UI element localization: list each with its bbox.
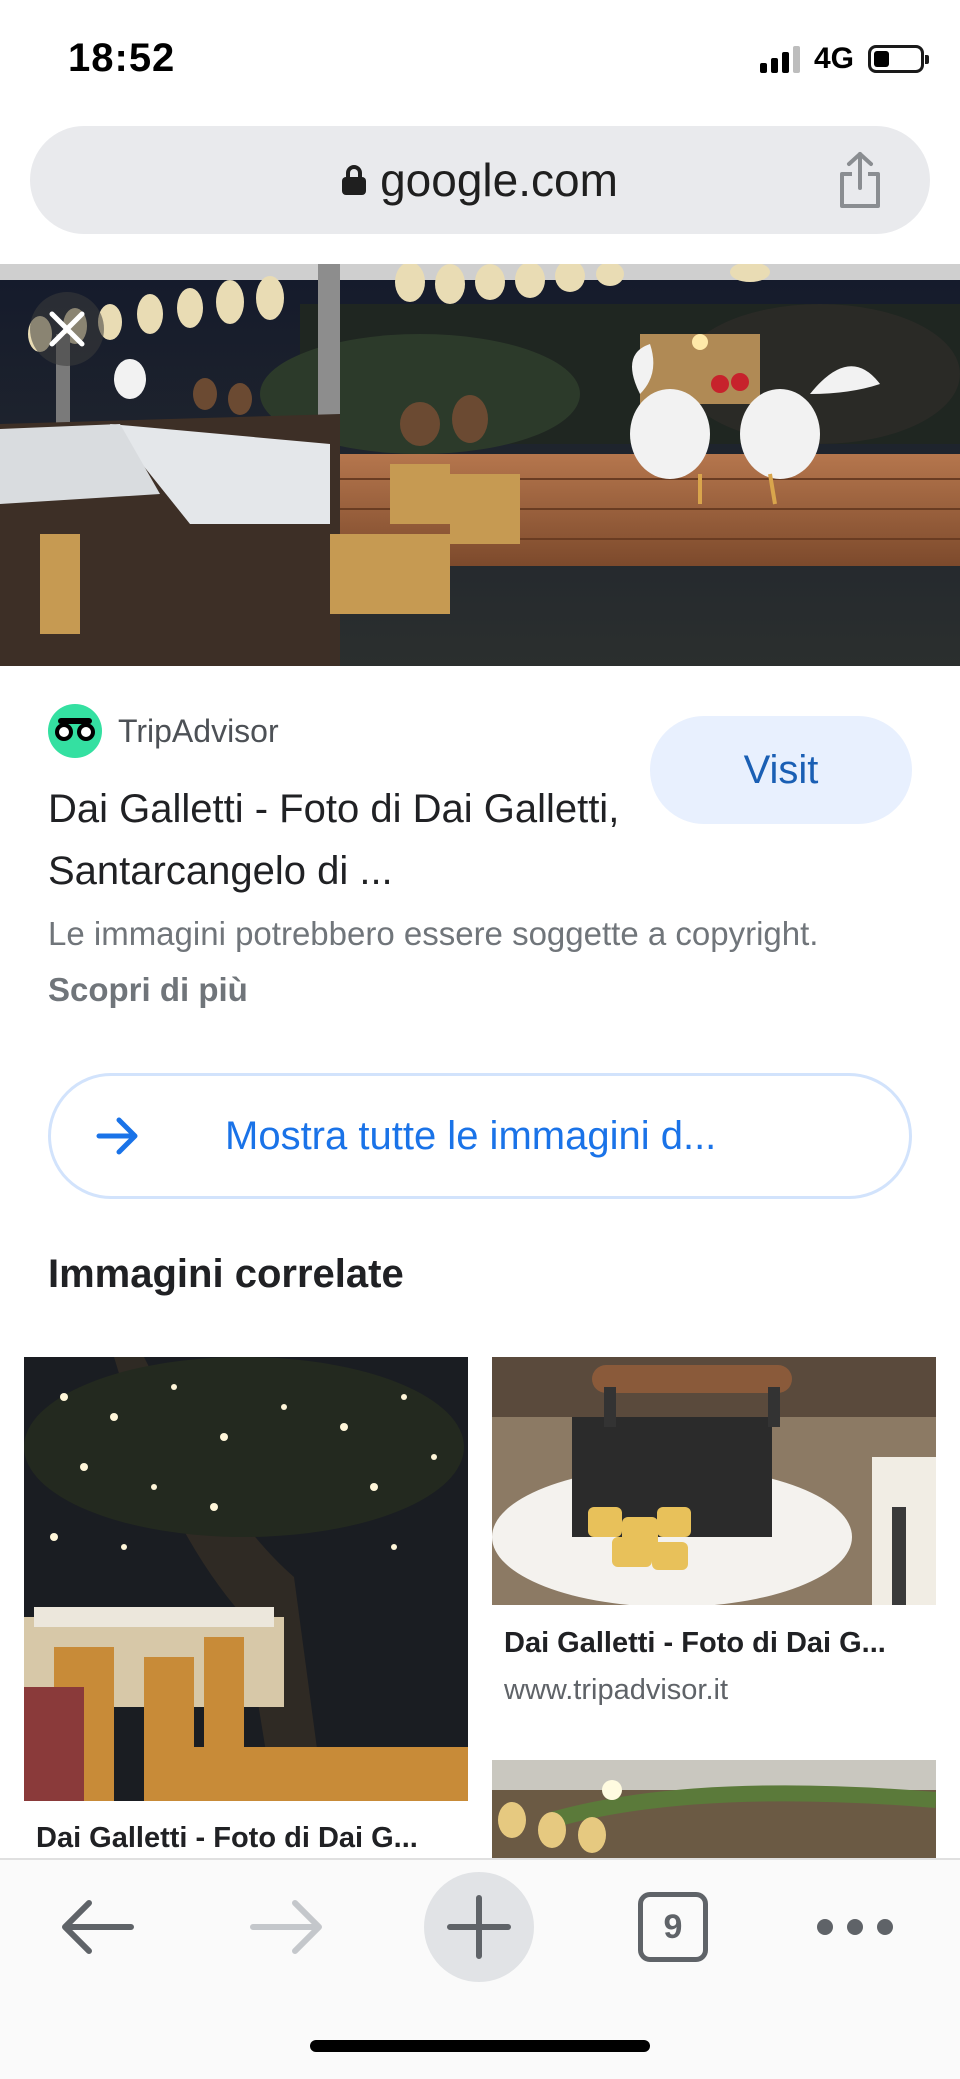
tripadvisor-logo-icon (48, 704, 102, 758)
source-row[interactable]: TripAdvisor (48, 704, 279, 758)
hero-image[interactable] (0, 264, 960, 666)
address-bar[interactable]: google.com (30, 126, 930, 234)
visit-button[interactable]: Visit (650, 716, 912, 824)
lock-icon (342, 165, 367, 195)
related-images-heading: Immagini correlate (48, 1252, 404, 1296)
signal-icon (759, 45, 800, 73)
back-button[interactable] (42, 1872, 152, 1982)
learn-more-link[interactable]: Scopri di più (48, 971, 248, 1008)
source-name: TripAdvisor (118, 712, 279, 749)
food-plate-illustration (492, 1357, 936, 1605)
garden-dining-illustration (24, 1357, 468, 1801)
related-image-1-title[interactable]: Dai Galletti - Foto di Dai G... (36, 1822, 418, 1855)
status-time: 18:52 (68, 36, 176, 80)
show-all-images-button[interactable]: Mostra tutte le immagini d... (48, 1073, 912, 1199)
more-icon (817, 1919, 893, 1935)
plus-icon (447, 1895, 511, 1959)
related-image-2-source: www.tripadvisor.it (504, 1674, 729, 1706)
related-image-2-title[interactable]: Dai Galletti - Foto di Dai G... (504, 1627, 886, 1660)
url-text: google.com (380, 154, 618, 206)
close-icon (49, 311, 85, 347)
related-image-2[interactable] (492, 1357, 936, 1605)
arrow-right-icon (96, 1117, 138, 1155)
share-icon[interactable] (832, 150, 888, 210)
status-indicators: 4G (759, 42, 929, 76)
battery-icon (868, 45, 929, 73)
restaurant-ceiling-illustration (492, 1760, 936, 1860)
more-menu-button[interactable] (800, 1872, 910, 1982)
tabs-icon: 9 (638, 1892, 708, 1962)
copyright-notice: Le immagini potrebbero essere soggette a… (48, 906, 868, 1018)
show-all-label: Mostra tutte le immagini d... (225, 1113, 717, 1158)
tab-switcher-button[interactable]: 9 (618, 1872, 728, 1982)
forward-button[interactable] (232, 1872, 342, 1982)
status-bar: 18:52 4G (0, 0, 960, 120)
copyright-text: Le immagini potrebbero essere soggette a… (48, 915, 819, 952)
home-indicator[interactable] (310, 2040, 650, 2052)
result-title[interactable]: Dai Galletti - Foto di Dai Galletti, San… (48, 778, 638, 902)
network-type: 4G (813, 42, 854, 75)
back-arrow-icon (62, 1900, 134, 1954)
tab-count: 9 (663, 1907, 683, 1946)
new-tab-button[interactable] (424, 1872, 534, 1982)
forward-arrow-icon (250, 1900, 322, 1954)
related-image-3[interactable] (492, 1760, 936, 1860)
restaurant-terrace-illustration (0, 264, 960, 666)
related-image-1[interactable] (24, 1357, 468, 1801)
close-button[interactable] (30, 292, 104, 366)
